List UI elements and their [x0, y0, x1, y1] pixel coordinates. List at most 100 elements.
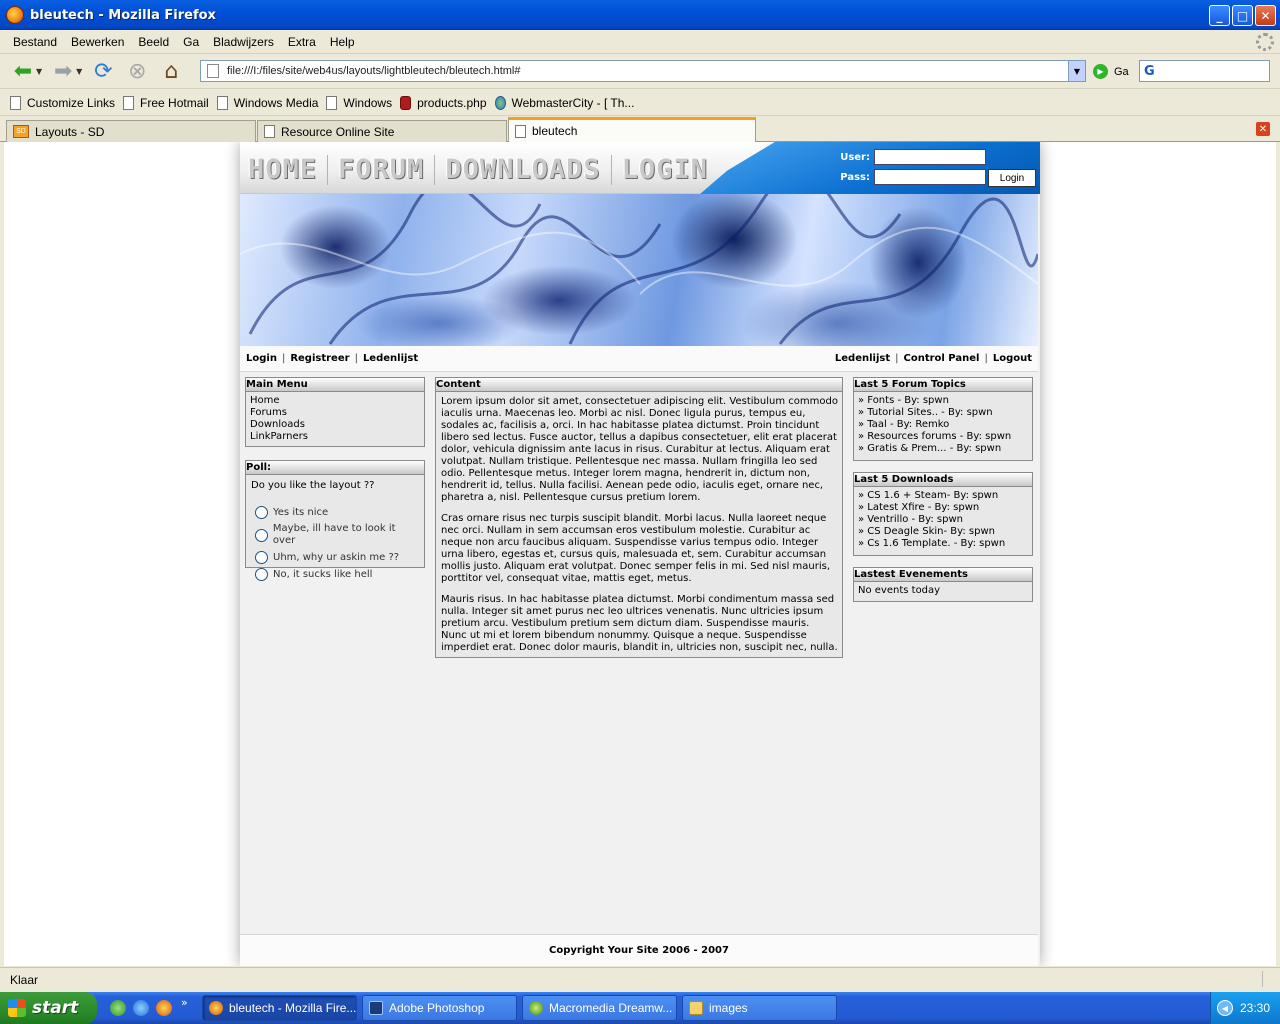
tab-bleutech[interactable]: bleutech [508, 117, 756, 142]
home-button[interactable]: ⌂ [156, 58, 186, 86]
subnav-ledenlijst-right[interactable]: Ledenlijst [833, 353, 892, 364]
menu-extra[interactable]: Extra [281, 33, 323, 51]
tab-layouts-sd[interactable]: SD Layouts - SD [6, 120, 256, 142]
list-item[interactable]: » Fonts - By: spwn [858, 395, 1028, 407]
window-title: bleutech - Mozilla Firefox [30, 7, 216, 23]
bookmark-windows-media[interactable]: Windows Media [216, 95, 318, 110]
subnav-ledenlijst[interactable]: Ledenlijst [361, 353, 420, 364]
bookmark-windows[interactable]: Windows [326, 95, 392, 110]
url-dropdown-icon[interactable]: ▼ [1068, 61, 1085, 81]
forward-button[interactable]: ➡ [48, 58, 78, 86]
google-search-icon[interactable]: G [1144, 64, 1155, 79]
list-item[interactable]: » Cs 1.6 Template. - By: spwn [858, 538, 1028, 550]
user-label: User: [840, 151, 870, 163]
taskbar-item-photoshop[interactable]: Adobe Photoshop [362, 995, 517, 1021]
tray-expand-icon[interactable]: ◀ [1217, 1000, 1233, 1016]
firefox-icon [6, 6, 24, 24]
taskbar-item-images-folder[interactable]: images [682, 995, 837, 1021]
quicklaunch-firefox-icon[interactable] [156, 1000, 172, 1016]
subnav-logout[interactable]: Logout [991, 353, 1034, 364]
poll-option[interactable]: Uhm, why ur askin me ?? [250, 551, 420, 564]
minimize-button[interactable]: _ [1209, 5, 1230, 26]
poll-option[interactable]: Yes its nice [250, 506, 420, 519]
menu-bewerken[interactable]: Bewerken [64, 33, 131, 51]
subnav-left: Login | Registreer | Ledenlijst [244, 353, 420, 364]
window-title-bar[interactable]: bleutech - Mozilla Firefox _ □ ✕ [0, 0, 1280, 30]
menu-item-forums[interactable]: Forums [250, 407, 420, 419]
taskbar-item-firefox[interactable]: bleutech - Mozilla Fire... [202, 995, 357, 1021]
poll-option[interactable]: Maybe, ill have to look it over [250, 523, 420, 547]
start-button[interactable]: start [0, 992, 97, 1024]
content-paragraph: Mauris risus. In hac habitasse platea di… [441, 594, 838, 653]
menu-bestand[interactable]: Bestand [6, 33, 64, 51]
go-button[interactable]: ▶ Ga [1093, 64, 1129, 79]
list-item[interactable]: » Taal - By: Remko [858, 419, 1028, 431]
close-button[interactable]: ✕ [1255, 5, 1276, 26]
menu-bar: Bestand Bewerken Beeld Ga Bladwijzers Ex… [0, 30, 1280, 54]
nav-forum[interactable]: FORUM [328, 154, 434, 185]
site-top-nav: HOME FORUM DOWNLOADS LOGIN [248, 154, 718, 185]
forward-dropdown-icon[interactable]: ▼ [76, 67, 82, 76]
maximize-button[interactable]: □ [1232, 5, 1253, 26]
menu-help[interactable]: Help [323, 33, 362, 51]
list-item[interactable]: » Latest Xfire - By: spwn [858, 502, 1028, 514]
login-button[interactable]: Login [988, 169, 1036, 187]
bookmark-products-php[interactable]: products.php [400, 95, 487, 110]
menu-item-linkparners[interactable]: LinkParners [250, 431, 420, 443]
copyright-text: Copyright Your Site 2006 - 2007 [549, 945, 729, 956]
close-tab-icon[interactable]: ✕ [1256, 122, 1270, 136]
quicklaunch-overflow-icon[interactable]: » [181, 996, 188, 1009]
stop-button[interactable]: ⊗ [122, 58, 152, 86]
menu-item-home[interactable]: Home [250, 395, 420, 407]
poll-option[interactable]: No, it sucks like hell [250, 568, 420, 581]
nav-home[interactable]: HOME [248, 154, 327, 185]
menu-bladwijzers[interactable]: Bladwijzers [206, 33, 281, 51]
user-input[interactable] [874, 149, 986, 165]
nav-login[interactable]: LOGIN [612, 154, 718, 185]
windows-logo-icon [8, 999, 26, 1017]
bookmark-webmastercity[interactable]: WebmasterCity - [ Th... [494, 95, 634, 110]
site-favicon-icon [400, 95, 412, 110]
url-text[interactable]: file:///I:/files/site/web4us/layouts/lig… [227, 65, 521, 77]
subnav-registreer[interactable]: Registreer [288, 353, 351, 364]
radio-button[interactable] [255, 506, 268, 519]
page-icon [123, 95, 135, 110]
subnav-control-panel[interactable]: Control Panel [901, 353, 981, 364]
address-bar[interactable]: file:///I:/files/site/web4us/layouts/lig… [200, 60, 1086, 82]
sd-favicon-icon: SD [13, 125, 29, 138]
menu-ga[interactable]: Ga [176, 33, 206, 51]
nav-downloads[interactable]: DOWNLOADS [435, 154, 610, 185]
radio-button[interactable] [255, 568, 268, 581]
reload-button[interactable]: ⟳ [88, 58, 118, 86]
poll-box: Poll: Do you like the layout ?? Yes its … [245, 460, 425, 581]
search-box[interactable]: G [1139, 60, 1270, 82]
quicklaunch-ie-icon[interactable] [133, 1000, 149, 1016]
back-button[interactable]: ⬅ [8, 58, 38, 86]
bookmark-free-hotmail[interactable]: Free Hotmail [123, 95, 209, 110]
list-item[interactable]: » Ventrillo - By: spwn [858, 514, 1028, 526]
forum-topics-list: » Fonts - By: spwn » Tutorial Sites.. - … [854, 392, 1032, 458]
pass-input[interactable] [874, 169, 986, 185]
resize-grip-icon[interactable] [1262, 971, 1276, 987]
downloads-box: Last 5 Downloads » CS 1.6 + Steam- By: s… [853, 472, 1033, 556]
menu-beeld[interactable]: Beeld [131, 33, 176, 51]
tab-resource-online-site[interactable]: Resource Online Site [257, 120, 507, 142]
back-dropdown-icon[interactable]: ▼ [36, 67, 42, 76]
list-item[interactable]: » CS 1.6 + Steam- By: spwn [858, 490, 1028, 502]
subnav-login[interactable]: Login [244, 353, 279, 364]
taskbar-item-dreamweaver[interactable]: Macromedia Dreamw... [522, 995, 677, 1021]
radio-button[interactable] [255, 551, 268, 564]
content-body: Lorem ipsum dolor sit amet, consectetuer… [436, 392, 842, 654]
bookmark-customize-links[interactable]: Customize Links [10, 95, 115, 110]
tab-bar: SD Layouts - SD Resource Online Site ble… [0, 117, 1280, 142]
list-item[interactable]: » CS Deagle Skin- By: spwn [858, 526, 1028, 538]
site-footer: Copyright Your Site 2006 - 2007 [240, 934, 1038, 966]
list-item[interactable]: » Tutorial Sites.. - By: spwn [858, 407, 1028, 419]
list-item[interactable]: » Resources forums - By: spwn [858, 431, 1028, 443]
radio-button[interactable] [255, 528, 268, 542]
downloads-title: Last 5 Downloads [854, 473, 1032, 487]
list-item[interactable]: » Gratis & Prem... - By: spwn [858, 443, 1028, 455]
content-paragraph: Lorem ipsum dolor sit amet, consectetuer… [441, 396, 838, 503]
menu-item-downloads[interactable]: Downloads [250, 419, 420, 431]
quicklaunch-messenger-icon[interactable] [110, 1000, 126, 1016]
